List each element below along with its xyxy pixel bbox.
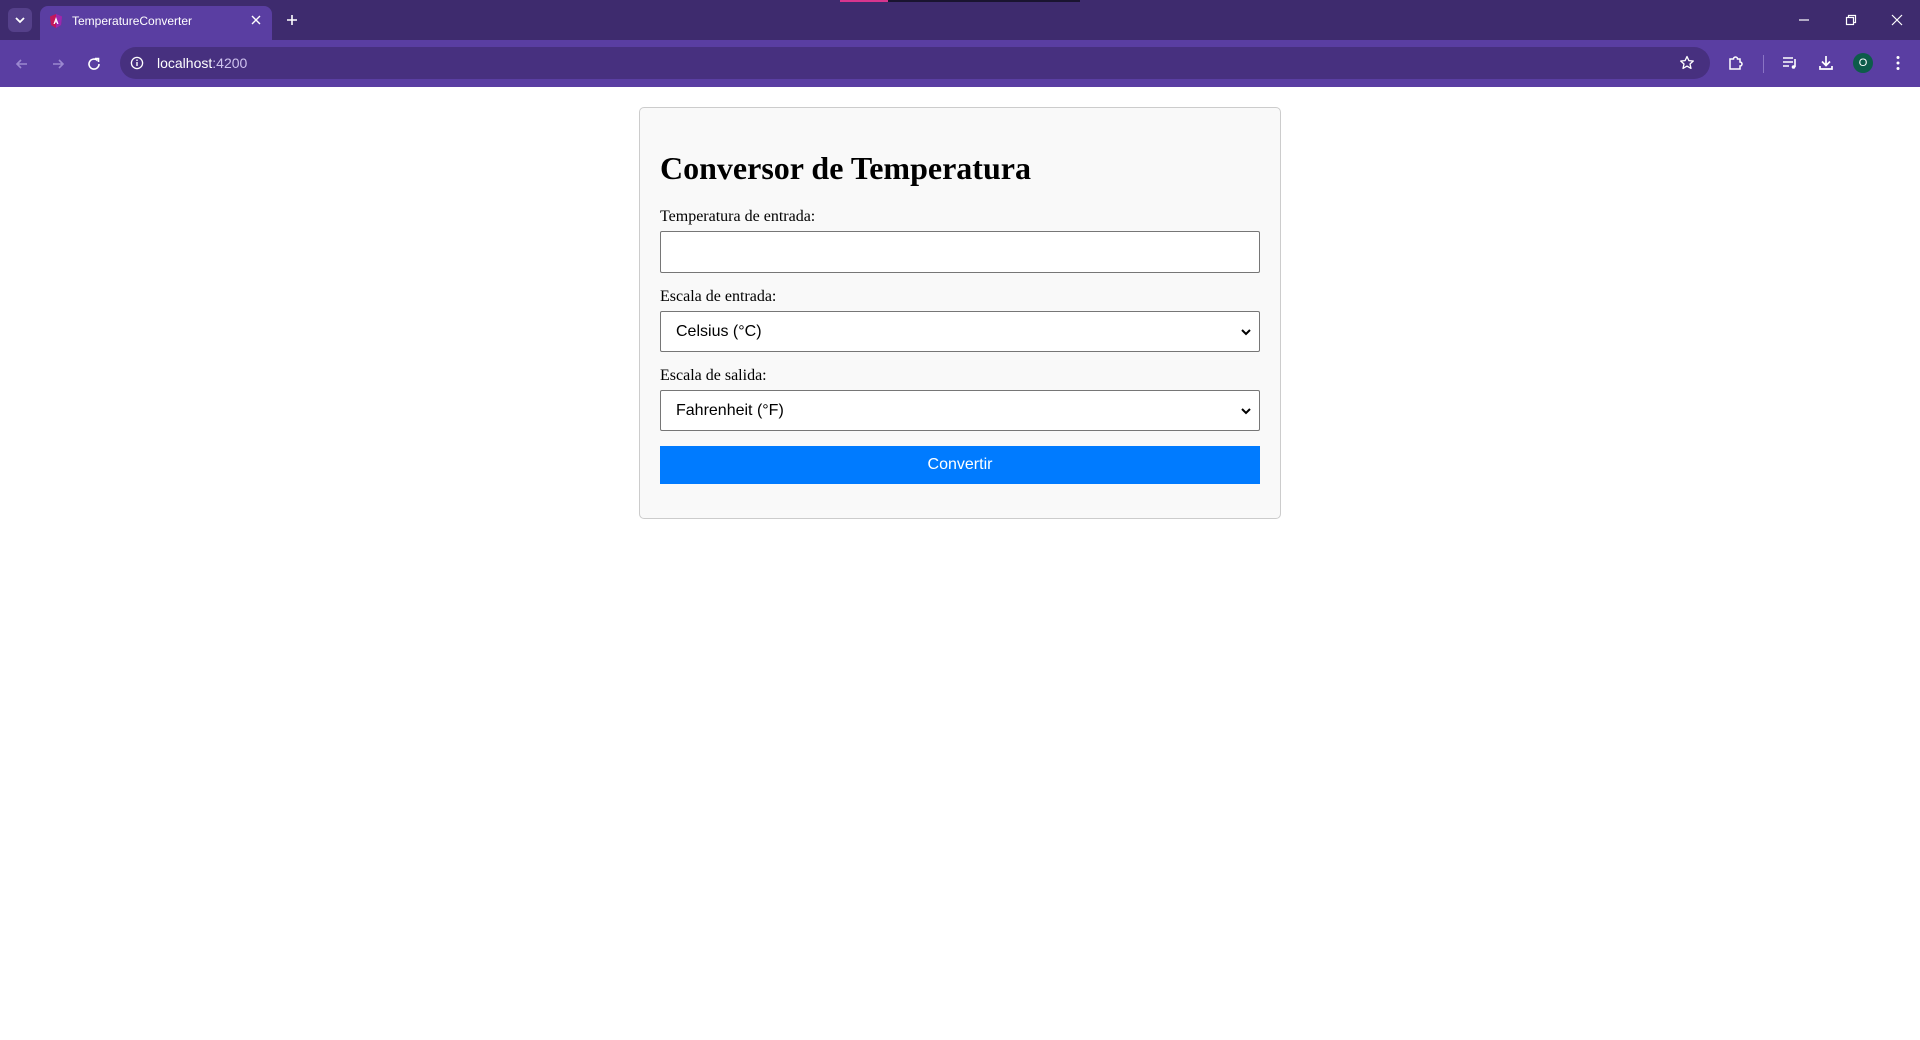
- extensions-button[interactable]: [1724, 51, 1748, 75]
- input-scale-select[interactable]: Celsius (°C): [660, 311, 1260, 352]
- temperature-input[interactable]: [660, 231, 1260, 273]
- page-title: Conversor de Temperatura: [660, 150, 1031, 186]
- info-icon: [130, 56, 144, 70]
- minimize-icon: [1799, 19, 1809, 21]
- bookmark-button[interactable]: [1676, 52, 1698, 74]
- arrow-right-icon: [53, 59, 65, 69]
- angular-icon: [50, 14, 62, 28]
- more-vertical-icon: [1896, 56, 1900, 70]
- browser-menu-button[interactable]: [1886, 51, 1910, 75]
- minimize-button[interactable]: [1792, 8, 1816, 32]
- media-controls-button[interactable]: [1778, 51, 1802, 75]
- input-scale-label: Escala de entrada:: [660, 288, 777, 305]
- star-icon: [1680, 55, 1694, 70]
- arrow-left-icon: [15, 59, 27, 69]
- profile-avatar[interactable]: O: [1853, 53, 1873, 73]
- output-scale-value: Fahrenheit (°F): [676, 402, 784, 419]
- url-port: :4200: [212, 55, 248, 71]
- chevron-down-icon: [1241, 408, 1251, 415]
- reload-button[interactable]: [82, 52, 106, 76]
- output-scale-select[interactable]: Fahrenheit (°F): [660, 390, 1260, 431]
- chevron-down-icon: [1241, 329, 1251, 336]
- forward-button[interactable]: [46, 52, 70, 76]
- input-temperature-label: Temperatura de entrada:: [660, 208, 816, 225]
- back-button[interactable]: [10, 52, 34, 76]
- puzzle-icon: [1729, 56, 1743, 70]
- restore-icon: [1845, 14, 1857, 26]
- tab-close-button[interactable]: [248, 12, 264, 28]
- site-info-button[interactable]: [128, 54, 146, 72]
- toolbar-separator: [1763, 55, 1764, 73]
- tab-search-button[interactable]: [8, 8, 32, 32]
- download-icon: [1819, 56, 1833, 70]
- plus-icon: [287, 15, 297, 25]
- new-tab-button[interactable]: [282, 10, 302, 30]
- address-bar[interactable]: [120, 47, 1710, 79]
- restore-button[interactable]: [1839, 8, 1863, 32]
- input-scale-value: Celsius (°C): [676, 323, 762, 340]
- close-icon: [1891, 14, 1903, 26]
- url-text[interactable]: localhost:4200: [157, 55, 247, 71]
- tab-strip-accent-dark: [888, 0, 1080, 2]
- close-window-button[interactable]: [1885, 8, 1909, 32]
- close-icon: [251, 15, 261, 25]
- url-host: localhost: [157, 55, 213, 71]
- playlist-icon: [1783, 57, 1796, 69]
- convert-button[interactable]: Convertir: [660, 446, 1260, 484]
- reload-icon: [88, 57, 100, 70]
- chevron-down-icon: [15, 17, 25, 24]
- tab-title: TemperatureConverter: [72, 14, 193, 28]
- downloads-button[interactable]: [1814, 51, 1838, 75]
- tab-strip-accent: [840, 0, 888, 2]
- output-scale-label: Escala de salida:: [660, 367, 767, 384]
